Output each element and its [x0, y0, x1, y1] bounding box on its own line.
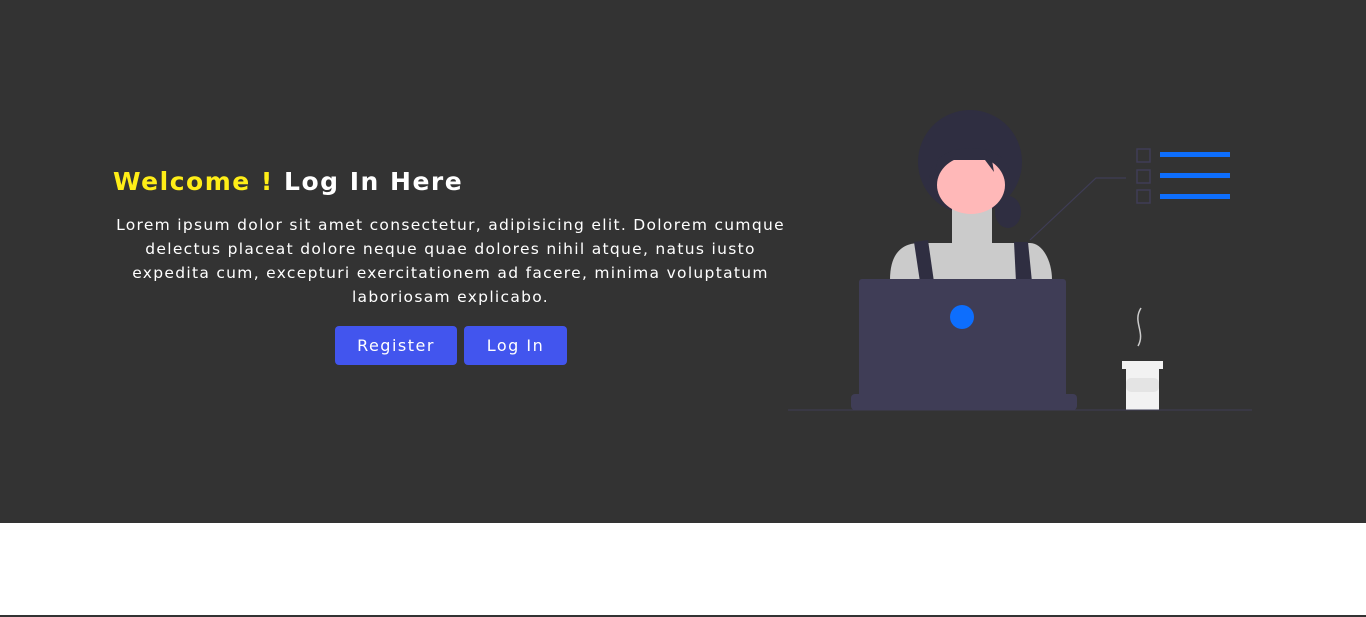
laptop-icon: [851, 279, 1077, 410]
page-title: Welcome ! Log In Here: [113, 166, 788, 198]
title-accent: Welcome !: [113, 167, 274, 196]
hero-description: Lorem ipsum dolor sit amet consectetur, …: [116, 216, 785, 306]
woman-at-laptop-illustration: [788, 110, 1252, 411]
login-button[interactable]: Log In: [464, 326, 567, 365]
hero-buttons: Register Log In: [335, 326, 567, 365]
title-main: Log In Here: [284, 167, 464, 196]
register-button[interactable]: Register: [335, 326, 457, 365]
coffee-cup-icon: [1122, 307, 1163, 410]
woman-figure: [890, 110, 1052, 282]
hero-section: Welcome ! Log In Here Lorem ipsum dolor …: [0, 0, 1366, 523]
checklist-icon: [1029, 148, 1230, 241]
hero-text-block: Welcome ! Log In Here Lorem ipsum dolor …: [113, 166, 788, 309]
